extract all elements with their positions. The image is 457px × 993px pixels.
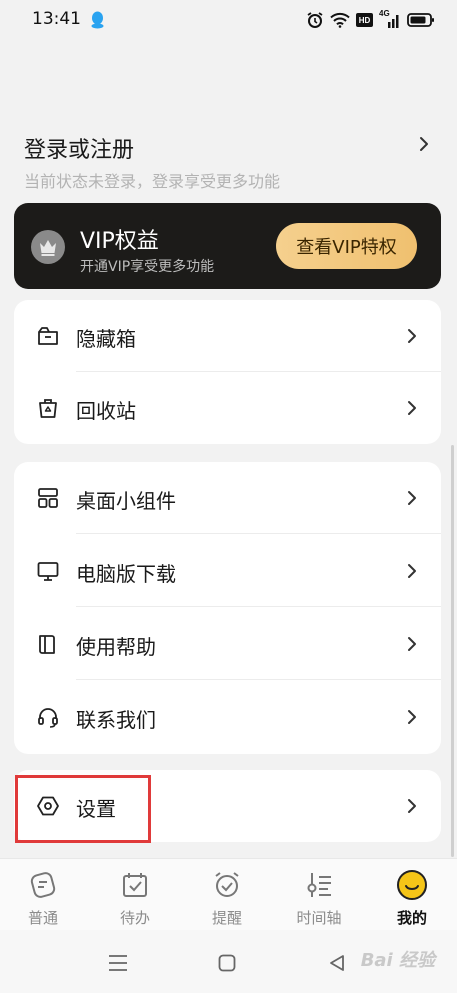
nav-label: 普通 [27, 909, 58, 927]
menu-item-label: 隐藏箱 [76, 327, 136, 351]
menu-item-contact[interactable]: 联系我们 [14, 681, 441, 753]
chevron-right-icon [408, 710, 416, 724]
monitor-icon [37, 562, 59, 581]
todo-icon [119, 869, 151, 901]
signal-icon: 4G [379, 9, 401, 29]
menu-item-help[interactable]: 使用帮助 [14, 608, 441, 680]
menu-item-pc-download[interactable]: 电脑版下载 [14, 535, 441, 607]
scrollbar[interactable] [451, 445, 454, 857]
menu-item-label: 电脑版下载 [76, 562, 176, 586]
menu-item-label: 联系我们 [76, 708, 156, 732]
chevron-right-icon [408, 564, 416, 578]
divider [76, 606, 441, 607]
home-icon[interactable] [218, 954, 236, 972]
view-vip-button[interactable]: 查看VIP特权 [276, 223, 417, 269]
vip-title: VIP权益 [80, 229, 159, 254]
nav-item-reminder[interactable]: 提醒 [187, 869, 267, 928]
chevron-right-icon [408, 329, 416, 343]
crown-icon [31, 230, 65, 264]
menu-item-label: 回收站 [76, 399, 136, 423]
menu-item-widget[interactable]: 桌面小组件 [14, 462, 441, 534]
system-nav: Bai 经验 [0, 930, 457, 993]
back-icon[interactable] [328, 954, 346, 972]
chevron-right-icon [408, 637, 416, 651]
nav-item-timeline[interactable]: 时间轴 [279, 869, 359, 928]
menu-item-label: 桌面小组件 [76, 489, 176, 513]
timeline-icon [303, 869, 335, 901]
vip-banner[interactable]: VIP权益 开通VIP享受更多功能 查看VIP特权 [14, 203, 441, 289]
watermark: Bai 经验 [360, 950, 435, 971]
menu-item-hidden-box[interactable]: 隐藏箱 [14, 300, 441, 372]
alarm-icon [307, 12, 323, 28]
chevron-right-icon [420, 137, 428, 151]
login-section[interactable]: 登录或注册 当前状态未登录，登录享受更多功能 [0, 124, 457, 194]
hd-icon: HD [356, 13, 373, 27]
chevron-right-icon [408, 401, 416, 415]
headset-icon [38, 708, 58, 728]
book-icon [39, 635, 55, 654]
chevron-right-icon [408, 491, 416, 505]
chevron-right-icon [408, 799, 416, 813]
login-title: 登录或注册 [24, 138, 135, 163]
qq-icon [91, 11, 104, 29]
nav-label: 提醒 [211, 909, 242, 927]
nav-item-todo[interactable]: 待办 [95, 869, 175, 928]
nav-label: 我的 [396, 909, 427, 927]
status-icons: HD 4G [306, 9, 435, 30]
status-time: 13:41 [32, 9, 81, 29]
wifi-icon [330, 12, 350, 28]
divider [76, 533, 441, 534]
login-subtitle: 当前状态未登录，登录享受更多功能 [24, 172, 281, 191]
menu-item-label: 使用帮助 [76, 635, 156, 659]
hidden-box-icon [38, 327, 58, 345]
bottom-nav: 普通 待办 提醒 时间轴 我的 [0, 858, 457, 930]
nav-item-normal[interactable]: 普通 [3, 869, 83, 928]
divider [76, 679, 441, 680]
settings-highlight-box [15, 775, 151, 843]
menu-group-storage: 隐藏箱 回收站 [14, 300, 441, 444]
nav-label: 待办 [119, 909, 150, 927]
recycle-bin-icon [39, 399, 57, 418]
battery-icon [407, 13, 434, 27]
alarm-clock-icon [211, 869, 243, 901]
menu-item-recycle-bin[interactable]: 回收站 [14, 372, 441, 444]
status-bar: 13:41 HD 4G [0, 0, 457, 42]
nav-label: 时间轴 [296, 909, 342, 927]
smiley-icon [396, 869, 428, 901]
menu-icon[interactable] [108, 954, 128, 972]
vip-subtitle: 开通VIP享受更多功能 [80, 259, 215, 275]
menu-group-tools: 桌面小组件 电脑版下载 使用帮助 联系我们 [14, 462, 441, 754]
widget-icon [38, 488, 58, 508]
nav-item-mine[interactable]: 我的 [372, 869, 452, 928]
note-icon [27, 869, 59, 901]
